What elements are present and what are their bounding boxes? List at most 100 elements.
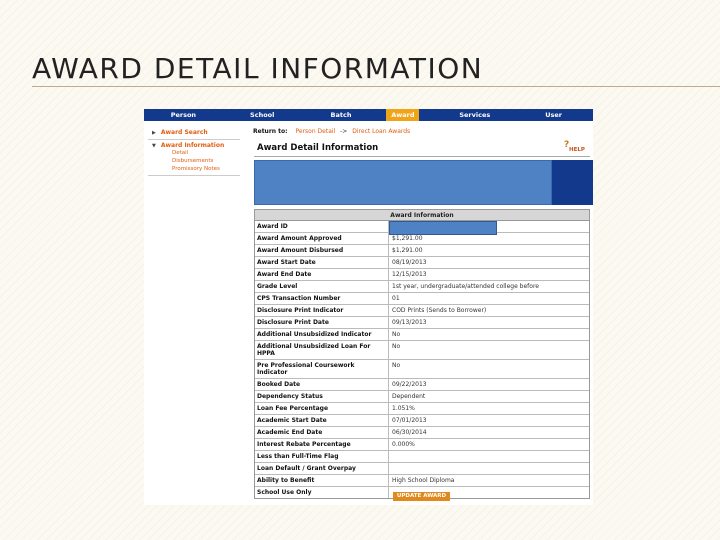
sidebar: ▶ Award Search ▼ Award Information Detail …	[144, 121, 244, 505]
table-row: Additional Unsubsidized Indicator No	[255, 329, 589, 341]
row-value: 08/19/2013	[392, 259, 427, 266]
row-value: 07/01/2013	[392, 417, 427, 424]
row-value	[389, 221, 589, 235]
sidebar-item-award-information[interactable]: ▼ Award Information	[152, 142, 224, 149]
row-value: COD Prints (Sends to Borrower)	[392, 307, 487, 314]
row-value: $1,291.00	[392, 247, 423, 254]
row-value: 12/15/2013	[392, 271, 427, 278]
table-row: Dependency Status Dependent	[255, 391, 589, 403]
row-value	[389, 451, 589, 462]
nav-school[interactable]: School	[223, 109, 302, 121]
nav-award[interactable]: Award	[386, 109, 420, 121]
row-value: 06/30/2014	[392, 429, 427, 436]
table-header: Award Information	[255, 210, 589, 221]
table-row: Award End Date 12/15/2013	[255, 269, 589, 281]
row-label: Award Amount Approved	[255, 233, 389, 244]
table-row: Award Amount Disbursed $1,291.00	[255, 245, 589, 257]
row-label: Less than Full-Time Flag	[255, 451, 389, 462]
help-label: HELP	[569, 147, 585, 153]
sidebar-divider	[148, 139, 240, 140]
sidebar-divider	[148, 175, 240, 176]
table-row: Less than Full-Time Flag	[255, 451, 589, 463]
redacted-info-block	[254, 160, 552, 205]
row-value: Dependent	[392, 393, 426, 400]
table-row: Additional Unsubsidized Loan For HPPA No	[255, 341, 589, 360]
row-label: Disclosure Print Indicator	[255, 305, 389, 316]
row-value: 01	[392, 295, 400, 302]
row-value: No	[392, 331, 401, 338]
table-row: Interest Rebate Percentage 0.000%	[255, 439, 589, 451]
row-value: 1.051%	[392, 405, 415, 412]
sidebar-item-award-search[interactable]: ▶ Award Search	[152, 129, 208, 136]
sidebar-subitem-disbursements[interactable]: Disbursements	[172, 158, 213, 164]
table-row: Loan Default / Grant Overpay	[255, 463, 589, 475]
row-label: Grade Level	[255, 281, 389, 292]
table-row: Pre Professional Coursework Indicator No	[255, 360, 589, 379]
row-value: No	[392, 362, 401, 369]
row-label: Pre Professional Coursework Indicator	[255, 360, 389, 378]
row-label: Academic Start Date	[255, 415, 389, 426]
sidebar-subitem-detail[interactable]: Detail	[172, 150, 188, 156]
nav-batch[interactable]: Batch	[302, 109, 381, 121]
row-label: Additional Unsubsidized Loan For HPPA	[255, 341, 389, 359]
help-button[interactable]: ? HELP	[564, 140, 588, 155]
table-row: Grade Level 1st year, undergraduate/atten…	[255, 281, 589, 293]
row-label: Academic End Date	[255, 427, 389, 438]
navy-side-block	[552, 160, 593, 205]
table-row: Disclosure Print Date 09/13/2013	[255, 317, 589, 329]
row-value: 09/22/2013	[392, 381, 427, 388]
table-row: Award Amount Approved $1,291.00	[255, 233, 589, 245]
row-value: 1st year, undergraduate/attended college…	[392, 283, 539, 290]
triangle-down-icon: ▼	[152, 143, 156, 149]
row-label: School Use Only	[255, 487, 389, 498]
slide-title: AWARD DETAIL INFORMATION	[32, 52, 484, 85]
title-divider	[32, 86, 720, 87]
breadcrumb-separator: ->	[340, 128, 348, 135]
top-nav-bar: Person School Batch Award Services User	[144, 109, 593, 121]
row-label: Loan Default / Grant Overpay	[255, 463, 389, 474]
table-row: CPS Transaction Number 01	[255, 293, 589, 305]
row-label: Award Start Date	[255, 257, 389, 268]
row-label: Loan Fee Percentage	[255, 403, 389, 414]
row-label: Award End Date	[255, 269, 389, 280]
row-label: Additional Unsubsidized Indicator	[255, 329, 389, 340]
row-value: $1,291.00	[392, 235, 423, 242]
table-row: Award ID	[255, 221, 589, 235]
table-row: Disclosure Print Indicator COD Prints (Se…	[255, 305, 589, 317]
sidebar-subitem-promissory-notes[interactable]: Promissory Notes	[172, 166, 220, 172]
row-value	[389, 463, 589, 474]
nav-person[interactable]: Person	[144, 109, 223, 121]
row-value: No	[392, 343, 401, 350]
award-information-table: Award Information Award ID Award Amount …	[254, 209, 590, 499]
person-detail-link[interactable]: Person Detail	[295, 128, 335, 135]
row-label: Disclosure Print Date	[255, 317, 389, 328]
table-row: Loan Fee Percentage 1.051%	[255, 403, 589, 415]
page-title: Award Detail Information	[257, 143, 379, 153]
row-label: CPS Transaction Number	[255, 293, 389, 304]
row-label: Award Amount Disbursed	[255, 245, 389, 256]
sidebar-item-label: Award Information	[160, 142, 225, 149]
panel-divider	[254, 156, 590, 157]
triangle-right-icon: ▶	[152, 130, 156, 136]
update-award-button[interactable]: UPDATE AWARD	[393, 492, 450, 501]
return-label: Return to:	[253, 128, 288, 135]
return-to-row: Return to: Person Detail -> Direct Loan …	[253, 128, 410, 135]
sidebar-item-label: Award Search	[160, 129, 208, 136]
screenshot-panel: Person School Batch Award Services User …	[144, 109, 593, 505]
table-row: Academic Start Date 07/01/2013	[255, 415, 589, 427]
row-value: 0.000%	[392, 441, 415, 448]
row-value: 09/13/2013	[392, 319, 427, 326]
row-label: Dependency Status	[255, 391, 389, 402]
nav-services[interactable]: Services	[435, 109, 514, 121]
row-value: High School Diploma	[392, 477, 455, 484]
direct-loan-awards-link[interactable]: Direct Loan Awards	[352, 128, 410, 135]
table-row: Academic End Date 06/30/2014	[255, 427, 589, 439]
row-label: Ability to Benefit	[255, 475, 389, 486]
row-label: Booked Date	[255, 379, 389, 390]
table-row: Award Start Date 08/19/2013	[255, 257, 589, 269]
nav-user[interactable]: User	[514, 109, 593, 121]
row-label: Award ID	[255, 221, 389, 232]
table-row: Booked Date 09/22/2013	[255, 379, 589, 391]
row-label: Interest Rebate Percentage	[255, 439, 389, 450]
table-row: Ability to Benefit High School Diploma	[255, 475, 589, 487]
